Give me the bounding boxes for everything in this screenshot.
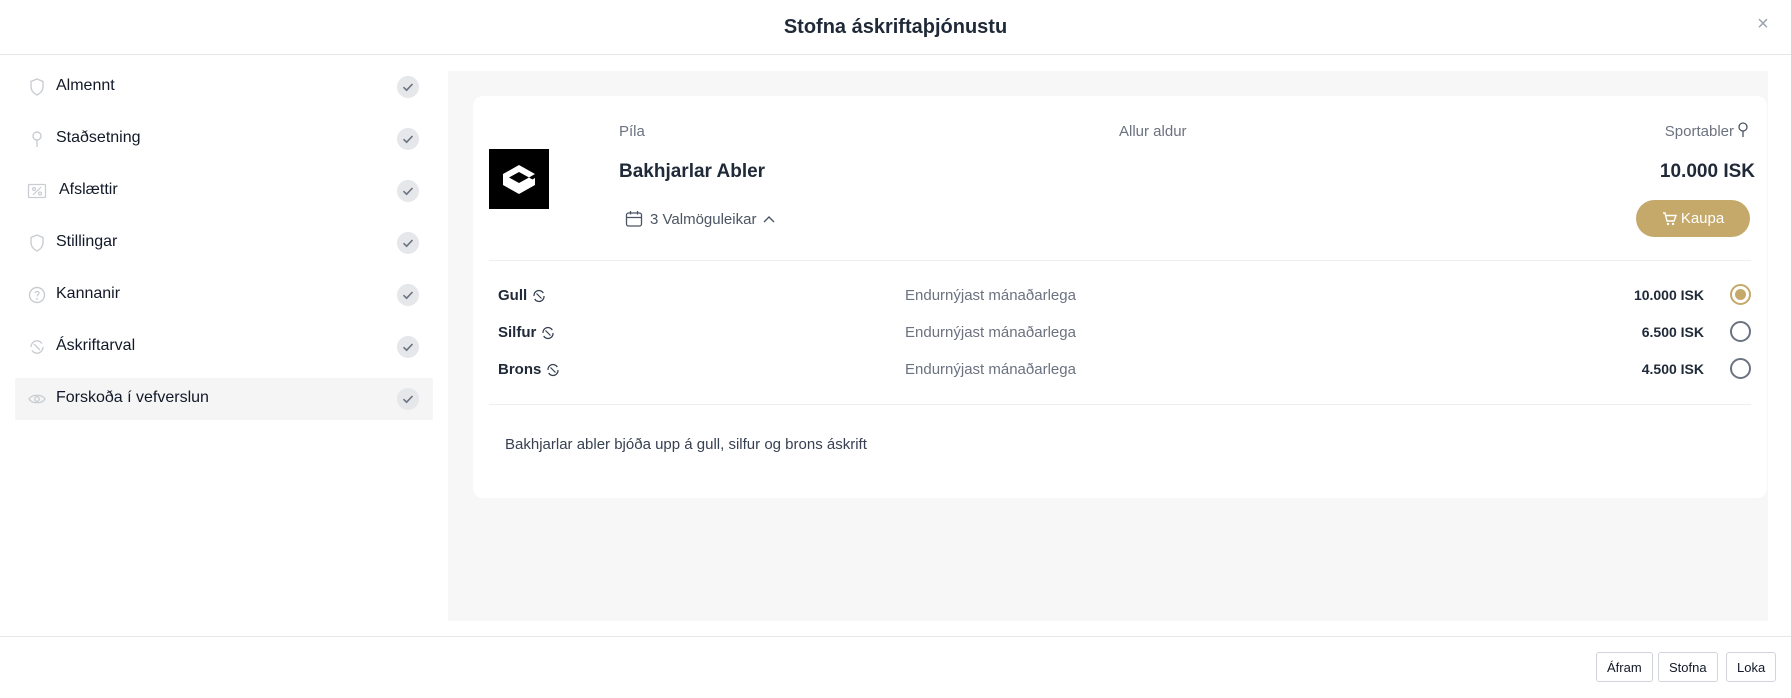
tier-price: 6.500 ISK [1641,324,1704,340]
tier-name-text: Gull [498,287,528,304]
chevron-up-icon [763,216,775,223]
sidebar-item-label: Almennt [56,77,115,94]
tier-name-text: Silfur [498,324,537,341]
organizer-label: Sportabler [1664,123,1734,140]
recurring-icon [30,340,44,354]
map-pin-icon [32,131,42,147]
product-category: Píla [619,123,645,140]
recurring-icon [542,326,554,339]
sidebar-item-almennt[interactable]: Almennt [15,66,433,108]
product-price: 10.000 ISK [1659,161,1755,182]
map-pin-icon [1738,122,1748,137]
sidebar-item-afslaettir[interactable]: Afslættir [15,170,433,212]
sidebar-item-label: Stillingar [56,233,118,250]
product-card: Píla Allur aldur Sportabler Bakhjarlar A… [473,96,1767,498]
tier-renewal: Endurnýjast mánaðarlega [905,324,1076,341]
tier-name: Gull [498,287,547,304]
percent-icon [27,183,47,199]
sidebar-item-label: Áskriftarval [56,337,136,354]
sidebar-item-label: Forskoða í vefverslun [56,389,209,406]
product-description: Bakhjarlar abler bjóða upp á gull, silfu… [505,436,867,453]
check-icon [397,180,419,202]
product-title: Bakhjarlar Abler [619,161,766,182]
sidebar-item-label: Staðsetning [56,129,141,146]
tier-row-silfur[interactable]: Silfur Endurnýjast mánaðarlega 6.500 ISK [489,317,1751,349]
check-icon [397,128,419,150]
close-button[interactable]: Loka [1726,652,1777,682]
shield-icon [30,78,44,96]
shield-icon [30,234,44,252]
check-icon [397,336,419,358]
question-circle-icon [28,286,46,304]
eye-icon [28,394,46,404]
calendar-icon [625,211,643,227]
tier-row-gull[interactable]: Gull Endurnýjast mánaðarlega 10.000 ISK [489,280,1751,312]
check-icon [397,284,419,306]
tier-price: 10.000 ISK [1633,287,1704,303]
sidebar-item-kannanir[interactable]: Kannanir [15,274,433,316]
product-age-group: Allur aldur [1119,123,1187,140]
divider [489,260,1751,261]
sidebar-item-stillingar[interactable]: Stillingar [15,222,433,264]
buy-button[interactable]: Kaupa [1636,200,1750,237]
tier-row-brons[interactable]: Brons Endurnýjast mánaðarlega 4.500 ISK [489,354,1751,386]
sidebar-item-label: Afslættir [59,181,118,198]
sidebar-item-stadsetning[interactable]: Staðsetning [15,118,433,160]
abler-logo-icon [489,149,549,209]
divider [489,404,1751,405]
sidebar-item-forskoda[interactable]: Forskoða í vefverslun [15,378,433,420]
sidebar-item-label: Kannanir [56,285,121,302]
tier-name-text: Brons [498,361,542,378]
steps-sidebar: Almennt Staðsetning Afslættir Stillingar… [15,66,433,430]
tier-renewal: Endurnýjast mánaðarlega [905,287,1076,304]
tier-radio[interactable] [1730,321,1751,342]
cart-icon [1662,211,1677,225]
create-button[interactable]: Stofna [1658,652,1718,682]
check-icon [397,232,419,254]
tier-name: Silfur [498,324,556,341]
modal-title: Stofna áskriftaþjónustu [783,16,1008,38]
tier-name: Brons [498,361,561,378]
check-icon [397,76,419,98]
close-icon[interactable]: × [1751,12,1775,36]
modal-footer: Áfram Stofna Loka [0,636,1791,698]
product-organizer: Sportabler [1665,122,1749,140]
recurring-icon [547,363,559,376]
tier-radio[interactable] [1730,358,1751,379]
recurring-icon [533,289,545,302]
options-toggle[interactable]: 3 Valmöguleikar [625,208,776,230]
check-icon [397,388,419,410]
buy-label: Kaupa [1680,210,1725,227]
tier-renewal: Endurnýjast mánaðarlega [905,361,1076,378]
options-label: 3 Valmöguleikar [650,210,757,228]
tier-price: 4.500 ISK [1641,361,1704,377]
sidebar-item-askriftarval[interactable]: Áskriftarval [15,326,433,368]
next-button[interactable]: Áfram [1596,652,1653,682]
tier-radio[interactable] [1730,284,1751,305]
modal-header: Stofna áskriftaþjónustu × [0,0,1791,55]
